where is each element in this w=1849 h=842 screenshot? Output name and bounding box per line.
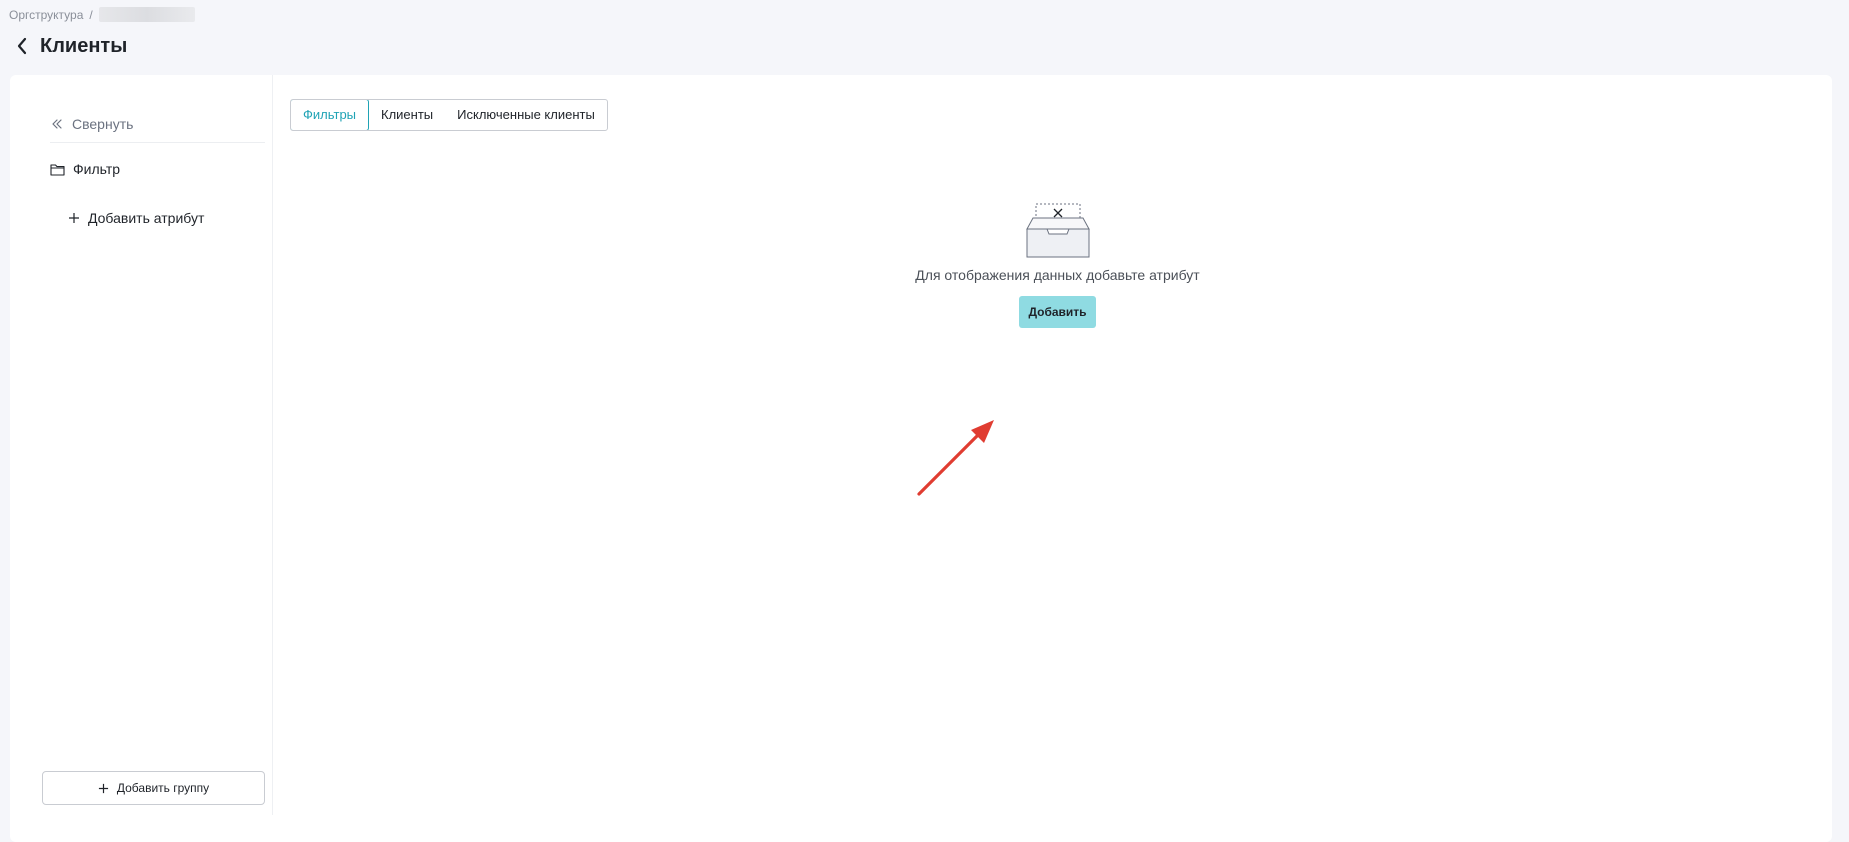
plus-icon [98, 783, 108, 793]
main-card: Свернуть Фильтр Добавить атрибут Добавит… [10, 75, 1832, 842]
tab-clients[interactable]: Клиенты [369, 100, 445, 130]
page-title: Клиенты [40, 34, 128, 57]
add-attribute-primary-button[interactable]: Добавить [1019, 296, 1096, 328]
tab-excluded-clients[interactable]: Исключенные клиенты [445, 100, 607, 130]
breadcrumb-separator: / [89, 7, 93, 22]
tab-filters[interactable]: Фильтры [290, 100, 370, 130]
empty-box-icon [1025, 203, 1090, 258]
filter-label: Фильтр [73, 161, 121, 177]
page-header: Клиенты [12, 34, 127, 58]
collapse-label: Свернуть [72, 115, 134, 132]
empty-state-message: Для отображения данных добавьте атрибут [915, 267, 1200, 283]
breadcrumb-root[interactable]: Оргструктура [9, 8, 83, 22]
red-arrow-annotation [917, 420, 994, 496]
plus-icon [69, 213, 79, 223]
breadcrumb-current-redacted [98, 7, 195, 22]
back-button[interactable] [12, 34, 32, 58]
add-attribute-label: Добавить атрибут [88, 210, 205, 226]
folder-icon [50, 163, 65, 176]
add-attribute-button[interactable]: Добавить атрибут [68, 210, 204, 226]
tab-bar: Фильтры Клиенты Исключенные клиенты [290, 99, 608, 131]
add-group-label: Добавить группу [116, 781, 210, 795]
double-chevron-left-icon [52, 118, 62, 129]
filter-group[interactable]: Фильтр [50, 161, 120, 177]
collapse-sidebar-button[interactable]: Свернуть [50, 105, 265, 143]
empty-state: Для отображения данных добавьте атрибут … [890, 203, 1225, 328]
chevron-left-icon [17, 37, 27, 55]
add-group-button[interactable]: Добавить группу [42, 771, 265, 805]
breadcrumb: Оргструктура / [9, 7, 195, 22]
filter-sidebar: Свернуть Фильтр Добавить атрибут Добавит… [10, 75, 273, 815]
